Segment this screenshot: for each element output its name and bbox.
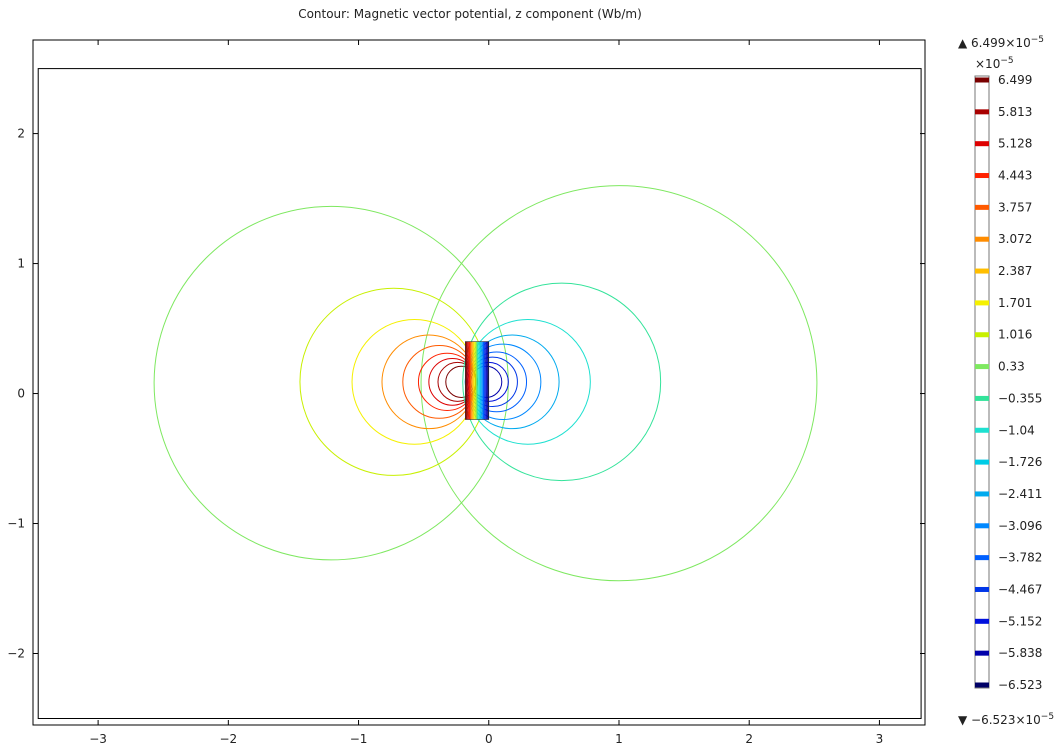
x-tick-label: 1 — [615, 732, 623, 746]
colorbar-level-label: 1.016 — [998, 328, 1032, 342]
colorbar-level-label: 2.387 — [998, 264, 1032, 278]
x-tick-label: −2 — [219, 732, 237, 746]
x-tick-label: 2 — [745, 732, 753, 746]
colorbar-swatch — [975, 555, 989, 561]
colorbar-level-label: 5.128 — [998, 137, 1032, 151]
colorbar-swatch — [975, 427, 989, 433]
y-tick-label: 2 — [17, 127, 25, 141]
colorbar-level-label: −4.467 — [998, 582, 1042, 596]
y-tick-label: 1 — [17, 257, 25, 271]
colorbar-swatch — [975, 300, 989, 306]
colorbar-swatch — [975, 459, 989, 465]
colorbar-level-label: 5.813 — [998, 105, 1032, 119]
colorbar-level-label: −1.04 — [998, 423, 1035, 437]
colorbar-level-label: −6.523 — [998, 678, 1042, 692]
colorbar-level-label: 3.072 — [998, 232, 1032, 246]
x-tick-label: 3 — [876, 732, 884, 746]
colorbar-swatch — [975, 650, 989, 656]
x-tick-label: −1 — [350, 732, 368, 746]
colorbar-legend: ▲ 6.499×10−5 ×10−5 6.499 5.813 5.128 4.443 3… — [958, 35, 1054, 727]
colorbar-swatch — [975, 141, 989, 147]
colorbar-swatch — [975, 236, 989, 242]
colorbar-level-label: 3.757 — [998, 200, 1032, 214]
colorbar-swatch — [975, 332, 989, 338]
colorbar-scale-label: ×10−5 — [975, 56, 1014, 71]
colorbar-swatch — [975, 618, 989, 624]
colorbar-swatch — [975, 77, 989, 83]
colorbar-level-label: −5.838 — [998, 646, 1042, 660]
y-tick-label: −2 — [7, 647, 25, 661]
colorbar-max-label: ▲ 6.499×10−5 — [958, 35, 1044, 50]
colorbar-swatch — [975, 682, 989, 688]
contour-plot: Contour: Magnetic vector potential, z co… — [7, 7, 1054, 746]
colorbar-swatch — [975, 173, 989, 179]
x-tick-label: 0 — [485, 732, 493, 746]
colorbar-swatch — [975, 364, 989, 370]
y-tick-label: −1 — [7, 517, 25, 531]
x-tick-label: −3 — [89, 732, 107, 746]
y-tick-label: 0 — [17, 387, 25, 401]
colorbar-level-label: −3.782 — [998, 551, 1042, 565]
plot-title: Contour: Magnetic vector potential, z co… — [298, 7, 642, 21]
colorbar-level-label: −5.152 — [998, 614, 1042, 628]
colorbar-swatch — [975, 491, 989, 497]
colorbar-level-label: −1.726 — [998, 455, 1042, 469]
colorbar-min-label: ▼ −6.523×10−5 — [958, 712, 1054, 727]
colorbar-level-label: 4.443 — [998, 169, 1032, 183]
colorbar-swatch — [975, 268, 989, 274]
colorbar-level-label: −0.355 — [998, 391, 1042, 405]
colorbar-swatch — [975, 109, 989, 115]
colorbar-level-label: 6.499 — [998, 73, 1032, 87]
colorbar-level-label: 1.701 — [998, 296, 1032, 310]
colorbar-swatch — [975, 204, 989, 210]
colorbar-swatch — [975, 523, 989, 529]
colorbar-level-label: −3.096 — [998, 519, 1042, 533]
colorbar-swatch — [975, 586, 989, 592]
colorbar-swatch — [975, 395, 989, 401]
colorbar-level-label: 0.33 — [998, 360, 1025, 374]
colorbar-frame — [974, 75, 990, 689]
colorbar-level-label: −2.411 — [998, 487, 1042, 501]
